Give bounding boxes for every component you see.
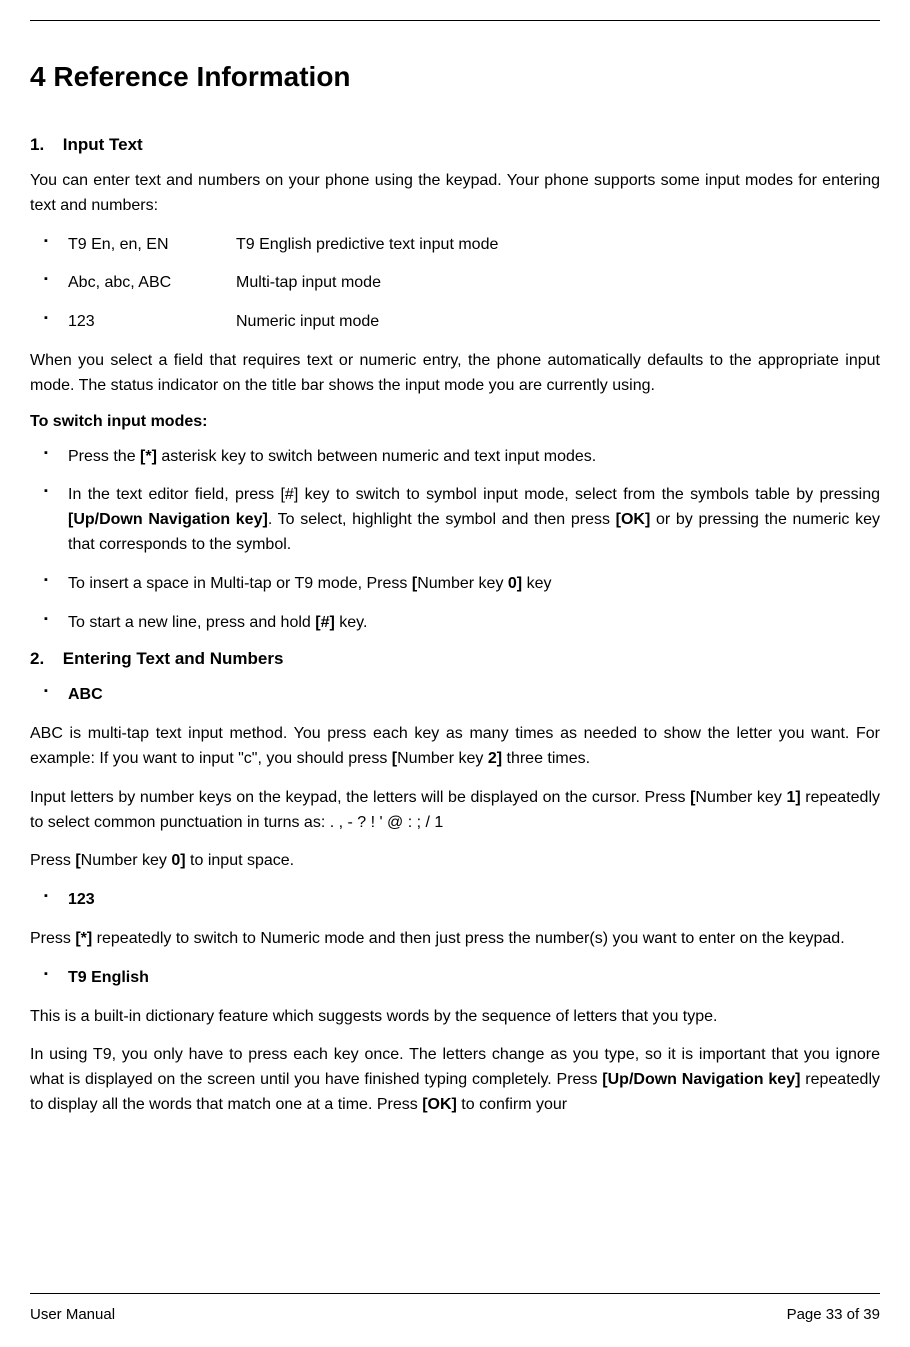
text: key — [522, 575, 551, 592]
mode-name: Abc, abc, ABC — [68, 271, 236, 296]
text: Input letters by number keys on the keyp… — [30, 789, 690, 806]
key-ref: 0] — [171, 852, 185, 869]
list-item: To start a new line, press and hold [#] … — [30, 611, 880, 636]
list-item: In the text editor field, press [#] key … — [30, 483, 880, 557]
text: Press — [30, 930, 75, 947]
text: To insert a space in Multi-tap or T9 mod… — [68, 575, 412, 592]
mode-name: T9 En, en, EN — [68, 233, 236, 258]
text: asterisk key to switch between numeric a… — [157, 448, 596, 465]
list-item: ABC — [30, 683, 880, 708]
list-item: Press the [*] asterisk key to switch bet… — [30, 445, 880, 470]
key-ref: 0] — [508, 575, 522, 592]
text: to confirm your — [457, 1096, 567, 1113]
key-ref: [OK] — [616, 511, 651, 528]
abc-paragraph-2: Input letters by number keys on the keyp… — [30, 786, 880, 836]
top-rule — [30, 20, 880, 21]
list-item: 123 Numeric input mode — [30, 310, 880, 335]
t9-paragraph-2: In using T9, you only have to press each… — [30, 1043, 880, 1117]
list-item: 123 — [30, 888, 880, 913]
text: repeatedly to switch to Numeric mode and… — [92, 930, 844, 947]
footer-left: User Manual — [30, 1306, 115, 1323]
key-ref: [*] — [140, 448, 157, 465]
page-footer: User Manual Page 33 of 39 — [30, 1293, 880, 1323]
text: to input space. — [186, 852, 295, 869]
text: In the text editor field, press [#] key … — [68, 486, 880, 503]
key-ref: [Up/Down Navigation key] — [68, 511, 268, 528]
section-number: 1. — [30, 135, 58, 155]
text: Press — [30, 852, 75, 869]
text: Number key — [417, 575, 508, 592]
mode-desc: Multi-tap input mode — [236, 271, 880, 296]
key-ref: 2] — [488, 750, 502, 767]
switch-modes-heading: To switch input modes: — [30, 413, 880, 431]
text: three times. — [502, 750, 590, 767]
footer-right: Page 33 of 39 — [787, 1306, 880, 1323]
abc-bullet: ABC — [30, 683, 880, 708]
text: . To select, highlight the symbol and th… — [268, 511, 616, 528]
text: Number key — [695, 789, 786, 806]
section-title: Entering Text and Numbers — [63, 649, 284, 668]
key-ref: [OK] — [422, 1096, 457, 1113]
list-item: T9 En, en, EN T9 English predictive text… — [30, 233, 880, 258]
abc-paragraph-1: ABC is multi-tap text input method. You … — [30, 722, 880, 772]
text: key. — [335, 614, 368, 631]
abc-paragraph-3: Press [Number key 0] to input space. — [30, 849, 880, 874]
section-1-heading: 1. Input Text — [30, 135, 880, 155]
section-number: 2. — [30, 649, 58, 669]
key-ref: [Up/Down Navigation key] — [602, 1071, 800, 1088]
switch-modes-list: Press the [*] asterisk key to switch bet… — [30, 445, 880, 636]
auto-mode-paragraph: When you select a field that requires te… — [30, 349, 880, 399]
t9-bullet: T9 English — [30, 966, 880, 991]
text: To start a new line, press and hold — [68, 614, 315, 631]
text: Number key — [81, 852, 172, 869]
key-ref: 1] — [786, 789, 800, 806]
text: Number key — [397, 750, 488, 767]
mode-name: 123 — [68, 310, 236, 335]
chapter-title: 4 Reference Information — [30, 61, 880, 93]
key-ref: [#] — [315, 614, 335, 631]
mode-desc: T9 English predictive text input mode — [236, 233, 880, 258]
list-item: Abc, abc, ABC Multi-tap input mode — [30, 271, 880, 296]
list-item: To insert a space in Multi-tap or T9 mod… — [30, 572, 880, 597]
t9-paragraph-1: This is a built-in dictionary feature wh… — [30, 1005, 880, 1030]
section-2-heading: 2. Entering Text and Numbers — [30, 649, 880, 669]
123-bullet: 123 — [30, 888, 880, 913]
footer-rule — [30, 1293, 880, 1294]
mode-desc: Numeric input mode — [236, 310, 880, 335]
input-modes-list: T9 En, en, EN T9 English predictive text… — [30, 233, 880, 335]
text: Press the — [68, 448, 140, 465]
section-title: Input Text — [63, 135, 143, 154]
list-item: T9 English — [30, 966, 880, 991]
123-paragraph: Press [*] repeatedly to switch to Numeri… — [30, 927, 880, 952]
section-1-intro: You can enter text and numbers on your p… — [30, 169, 880, 219]
key-ref: [*] — [75, 930, 92, 947]
